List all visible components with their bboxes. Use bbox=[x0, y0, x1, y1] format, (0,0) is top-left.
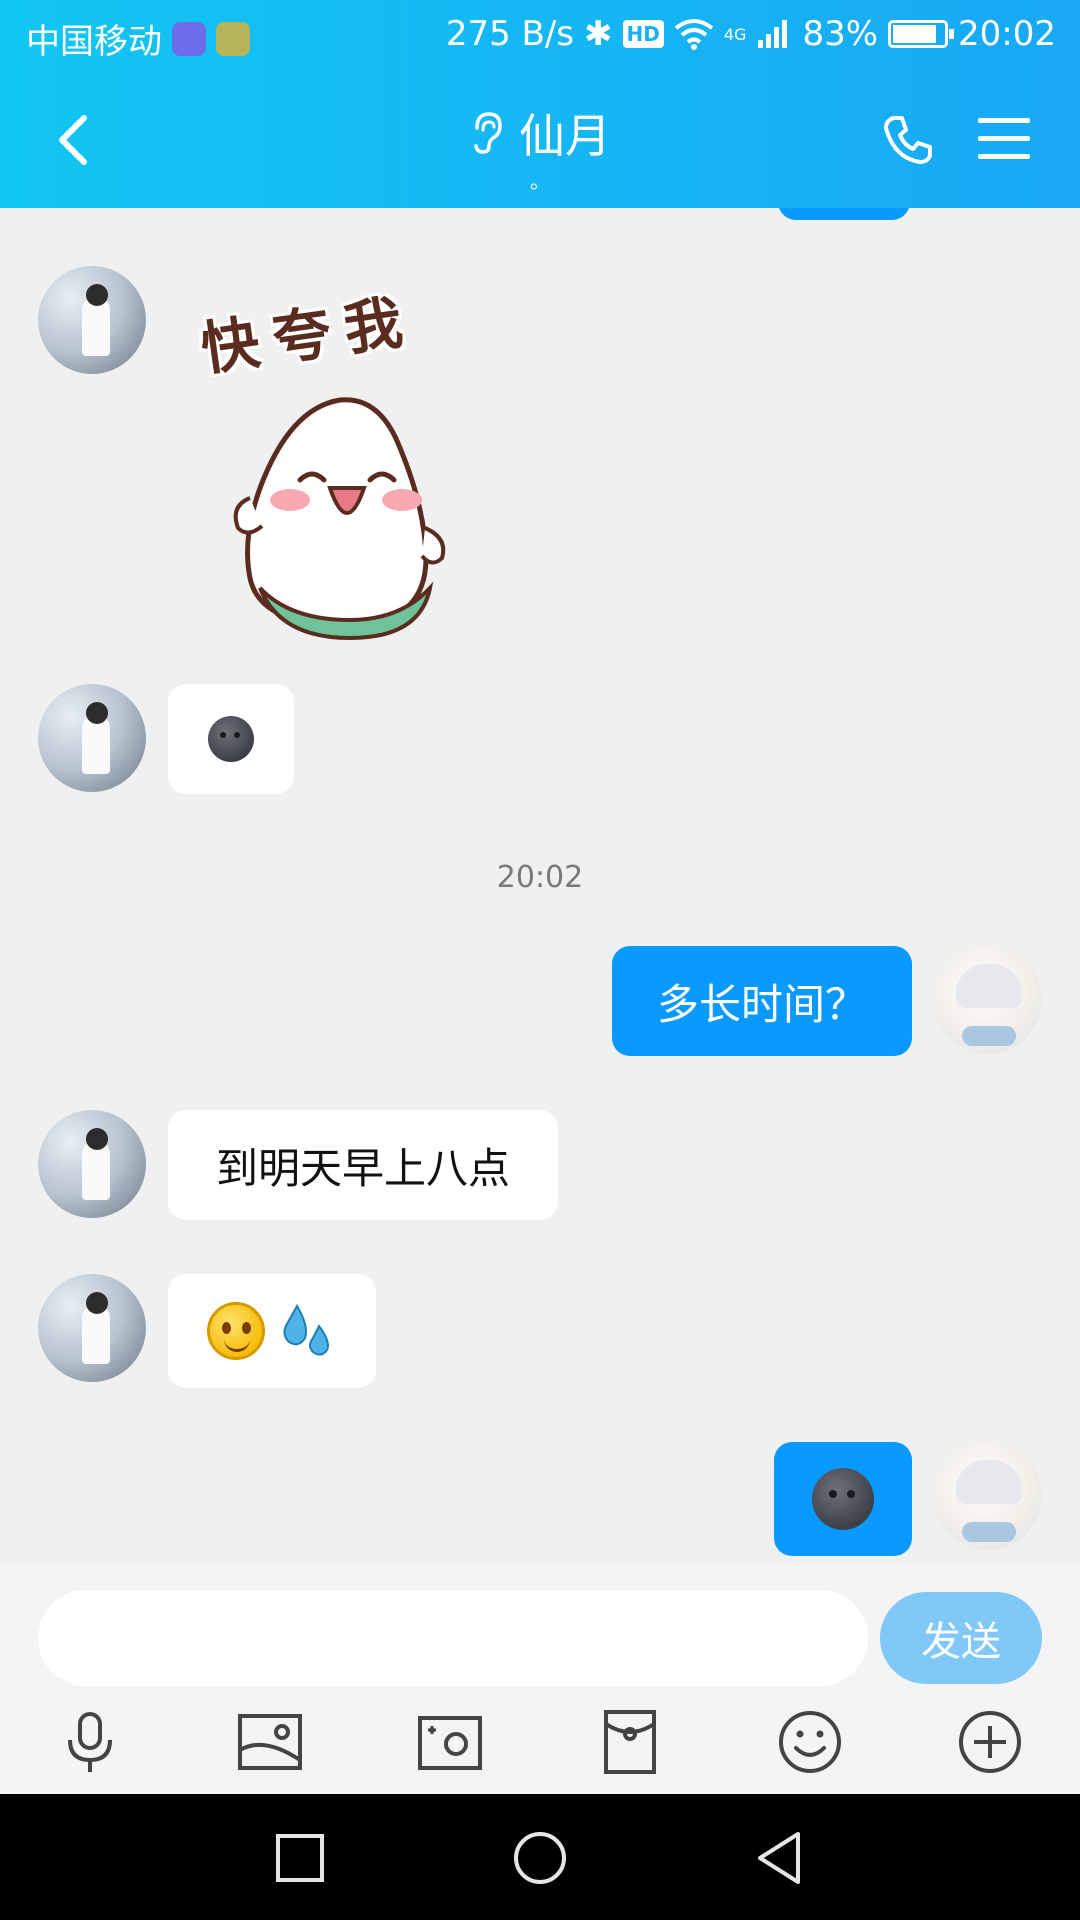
contact-avatar[interactable] bbox=[38, 1110, 146, 1218]
battery-icon bbox=[888, 20, 955, 48]
recent-apps-icon[interactable] bbox=[268, 1826, 332, 1890]
microphone-icon[interactable] bbox=[54, 1706, 126, 1778]
network-type: 4G bbox=[723, 24, 747, 44]
new-moon-face-emoji bbox=[208, 716, 254, 762]
message-bubble-outgoing[interactable] bbox=[774, 1442, 912, 1556]
system-navigation-bar bbox=[0, 1794, 1080, 1920]
hd-badge: HD bbox=[622, 20, 664, 48]
message-bubble-incoming[interactable] bbox=[168, 684, 294, 794]
message-text: 多长时间？ bbox=[656, 979, 867, 1029]
camera-icon[interactable] bbox=[414, 1706, 486, 1778]
message-list[interactable]: 快夸我 20:02 多长时间？ 到明天早上八点 bbox=[0, 208, 1080, 1566]
notification-play-icon bbox=[216, 21, 250, 56]
message-input[interactable] bbox=[38, 1590, 868, 1686]
dumpling-sticker-image bbox=[233, 397, 446, 640]
battery-percent: 83% bbox=[802, 14, 879, 54]
message-bubble-partial bbox=[778, 208, 910, 220]
red-packet-icon[interactable] bbox=[594, 1706, 666, 1778]
new-moon-face-emoji bbox=[812, 1468, 874, 1530]
clock: 20:02 bbox=[958, 14, 1056, 54]
send-button[interactable]: 发送 bbox=[880, 1592, 1042, 1684]
notification-app-icon bbox=[172, 21, 206, 56]
plus-icon[interactable] bbox=[954, 1706, 1026, 1778]
status-bar: 中国移动 275 B/s ✱ HD 4G 83% 20:02 bbox=[0, 0, 1080, 74]
sweat-drops-emoji bbox=[283, 1304, 329, 1356]
message-bubble-outgoing[interactable]: 多长时间？ bbox=[612, 946, 912, 1056]
wifi-icon bbox=[674, 19, 714, 50]
carrier-name: 中国移动 bbox=[26, 22, 162, 62]
net-speed: 275 B/s bbox=[445, 14, 575, 54]
chat-title: 仙月 bbox=[469, 100, 611, 166]
contact-avatar[interactable] bbox=[38, 684, 146, 792]
ear-icon[interactable] bbox=[469, 110, 503, 156]
chat-header: 中国移动 275 B/s ✱ HD 4G 83% 20:02 仙月 。 bbox=[0, 0, 1080, 208]
signal-icon bbox=[758, 20, 788, 48]
input-bar: 发送 bbox=[0, 1566, 1080, 1794]
my-avatar[interactable] bbox=[934, 946, 1042, 1054]
message-bubble-incoming[interactable] bbox=[168, 1274, 376, 1388]
message-timestamp: 20:02 bbox=[496, 860, 584, 895]
message-bubble-incoming[interactable]: 到明天早上八点 bbox=[168, 1110, 558, 1220]
my-avatar[interactable] bbox=[934, 1442, 1042, 1550]
chat-subtitle: 。 bbox=[530, 169, 550, 193]
contact-avatar[interactable] bbox=[38, 1274, 146, 1382]
home-icon[interactable] bbox=[508, 1826, 572, 1890]
bluetooth-icon: ✱ bbox=[584, 14, 613, 54]
phone-call-icon[interactable] bbox=[880, 112, 936, 168]
contact-name: 仙月 bbox=[519, 109, 611, 163]
sticker-message[interactable]: 快夸我 bbox=[190, 268, 510, 640]
image-icon[interactable] bbox=[234, 1706, 306, 1778]
emoji-icon[interactable] bbox=[774, 1706, 846, 1778]
message-text: 到明天早上八点 bbox=[215, 1143, 510, 1193]
sticker-text: 快夸我 bbox=[197, 286, 421, 384]
back-nav-icon[interactable] bbox=[748, 1826, 812, 1890]
contact-avatar[interactable] bbox=[38, 266, 146, 374]
menu-icon[interactable] bbox=[978, 116, 1030, 162]
smile-emoji bbox=[207, 1302, 265, 1360]
